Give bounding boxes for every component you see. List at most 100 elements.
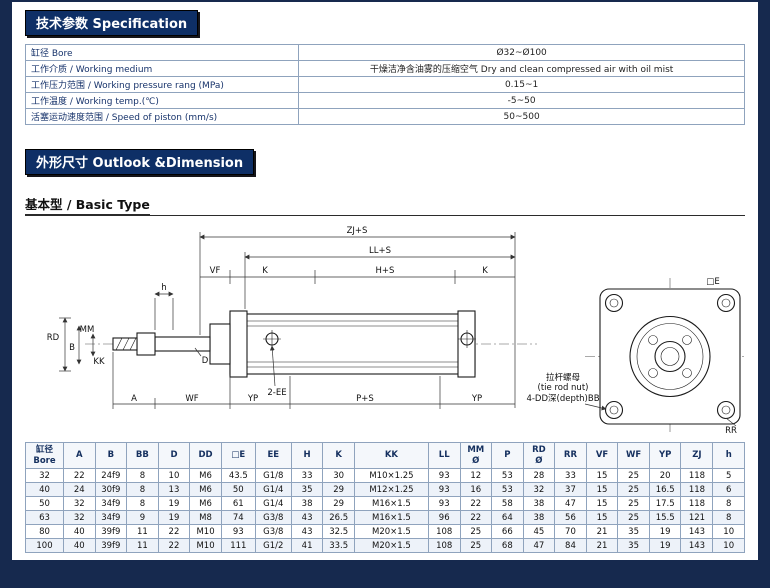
dimension-section-title: 外形尺寸 Outlook &Dimension [36,156,243,171]
table-cell: G1/8 [255,469,291,483]
table-cell: 84 [555,539,587,553]
column-header: P [492,443,524,469]
table-row: 1004039f91122M10111G1/24133.5M20×1.51082… [26,539,745,553]
table-cell: 9 [127,511,159,525]
dim-label-mm: MM [80,325,95,335]
column-header: WF [618,443,650,469]
dimension-section-header: 外形尺寸 Outlook &Dimension [25,149,254,175]
table-cell: 40 [64,525,96,539]
table-cell: 47 [555,497,587,511]
table-row: 工作温度 / Working temp.(℃) -5~50 [26,93,745,109]
table-cell: 20 [649,469,681,483]
table-cell: 19 [158,497,190,511]
table-cell: 19 [158,511,190,525]
table-cell: 32.5 [323,525,355,539]
table-cell: 22 [460,511,492,525]
table-cell: M20×1.5 [354,539,428,553]
column-header: h [713,443,745,469]
table-cell: 22 [158,539,190,553]
specification-table: 缸径 Bore Ø32~Ø100 工作介质 / Working medium 干… [25,44,745,125]
table-cell: M8 [190,511,222,525]
table-cell: 53 [492,469,524,483]
table-cell: 25 [618,469,650,483]
table-cell: 118 [681,469,713,483]
column-header: BB [127,443,159,469]
table-cell: 34f9 [95,497,127,511]
table-cell: M6 [190,483,222,497]
dim-label-k2: K [482,266,488,276]
table-cell: 8 [127,469,159,483]
spec-value: 0.15~1 [299,77,745,93]
table-row: 402430f9813M650G1/43529M12×1.25931653323… [26,483,745,497]
table-cell: 50 [26,497,64,511]
table-row: 633234f9919M874G3/84326.5M16×1.596226438… [26,511,745,525]
table-cell: 15 [586,469,618,483]
table-cell: 38 [523,511,555,525]
dd-depth-bb-label: 4-DD深(depth)BB [526,394,599,404]
table-cell: 143 [681,525,713,539]
table-cell: 22 [158,525,190,539]
table-cell: 25 [460,539,492,553]
spec-value: 50~500 [299,109,745,125]
table-cell: 33.5 [323,539,355,553]
table-cell: 41 [291,539,323,553]
table-cell: 21 [586,539,618,553]
dim-label-h: h [161,283,166,293]
spec-label: 工作温度 / Working temp.(℃) [26,93,299,109]
table-row: 804039f91122M1093G3/84332.5M20×1.5108256… [26,525,745,539]
table-cell: 118 [681,497,713,511]
cylinder-side-view [85,311,537,377]
table-cell: 108 [428,525,460,539]
table-cell: 32 [64,497,96,511]
spec-value: Ø32~Ø100 [299,45,745,61]
table-cell: 11 [127,525,159,539]
table-cell: 12 [460,469,492,483]
table-cell: 68 [492,539,524,553]
table-cell: M16×1.5 [354,511,428,525]
dim-label-wf: WF [185,394,198,404]
table-cell: G1/4 [255,497,291,511]
column-header: H [291,443,323,469]
table-cell: 63 [26,511,64,525]
table-cell: 39f9 [95,525,127,539]
spec-sheet-page: 技术参数 Specification 缸径 Bore Ø32~Ø100 工作介质… [0,0,770,588]
table-cell: 19 [649,539,681,553]
column-header: ZJ [681,443,713,469]
tie-rod-nut-label-en: (tie rod nut) [538,383,589,393]
table-cell: 8 [713,511,745,525]
dim-label-ll-s: LL+S [369,246,391,256]
dimension-table: 缸径 BoreABBBDDD□EEEHKKKLLMM ØPRD ØRRVFWFY… [25,442,745,553]
column-header: EE [255,443,291,469]
table-cell: 10 [713,525,745,539]
table-cell: 32 [26,469,64,483]
table-cell: 32 [523,483,555,497]
port-callout-2-ee: 2-EE [267,388,286,398]
dim-label-p-s: P+S [356,394,374,404]
column-header: LL [428,443,460,469]
table-cell: 38 [291,497,323,511]
table-cell: 121 [681,511,713,525]
table-cell: M20×1.5 [354,525,428,539]
dimension-table-header-row: 缸径 BoreABBBDDD□EEEHKKKLLMM ØPRD ØRRVFWFY… [26,443,745,469]
content-area: 技术参数 Specification 缸径 Bore Ø32~Ø100 工作介质… [12,2,758,560]
table-cell: 25 [618,511,650,525]
dim-label-rd: RD [47,333,60,343]
table-cell: 40 [26,483,64,497]
table-cell: 13 [158,483,190,497]
table-cell: 50 [221,483,255,497]
table-cell: 32 [64,511,96,525]
table-cell: 61 [221,497,255,511]
dim-label-zj-s: ZJ+S [347,226,368,236]
dim-label-rr: RR [725,426,737,434]
dim-label-a: A [131,394,137,404]
dim-label-yp2: YP [471,394,482,404]
table-cell: 29 [323,483,355,497]
tie-rod-nut-label-cn: 拉杆螺母 [546,372,580,383]
technical-drawing: ZJ+S LL+S VF K H+S K h [25,222,745,434]
table-cell: 30f9 [95,483,127,497]
table-cell: 10 [713,539,745,553]
table-cell: 118 [681,483,713,497]
table-cell: 80 [26,525,64,539]
table-cell: G3/8 [255,525,291,539]
table-cell: 15.5 [649,511,681,525]
